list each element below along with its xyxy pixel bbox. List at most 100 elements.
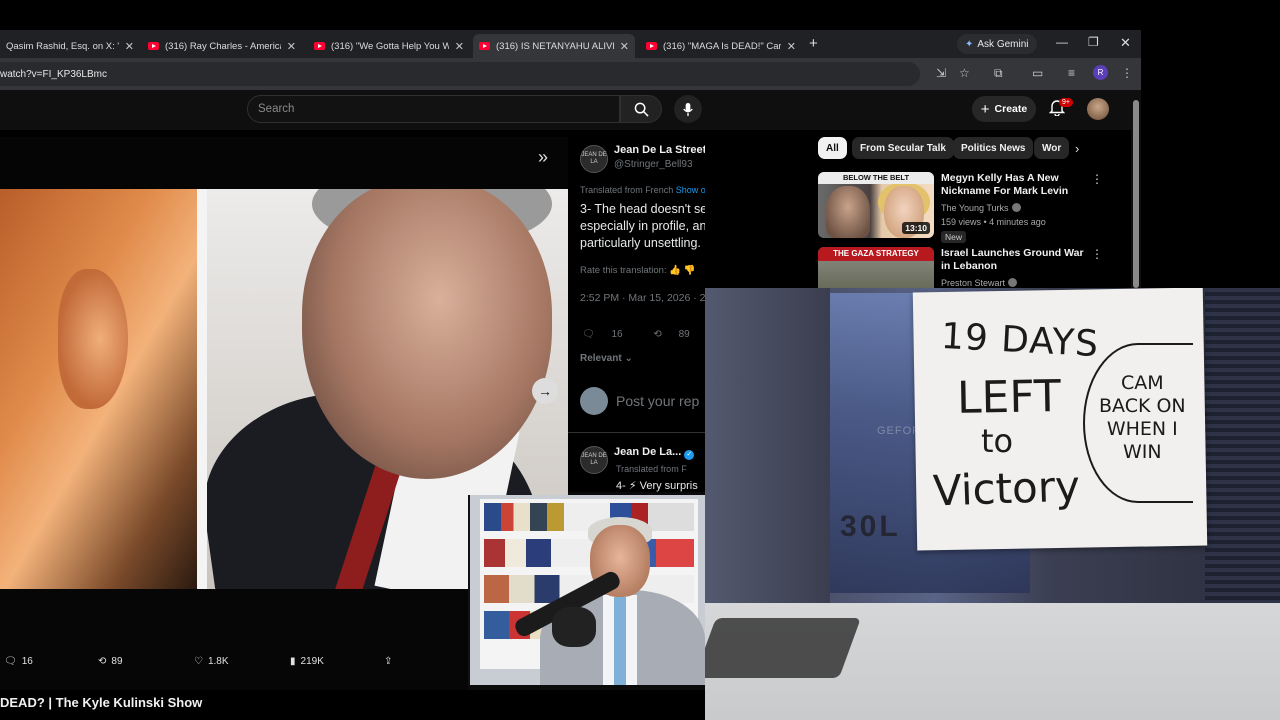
extensions-icon[interactable]: ⧉ xyxy=(994,66,1003,81)
verified-badge-icon: ✓ xyxy=(684,450,695,460)
sign-line-2: LEFT xyxy=(956,371,1062,424)
tab-title: (316) "MAGA Is DEAD!" Carrie P xyxy=(663,40,781,52)
sign-side-note: CAM BACK ON WHEN I WIN xyxy=(1099,372,1186,463)
reading-list-icon[interactable]: ≡ xyxy=(1068,66,1075,80)
recommendation-title[interactable]: Megyn Kelly Has A New Nickname For Mark … xyxy=(941,172,1091,198)
new-badge: New xyxy=(941,231,967,243)
close-icon[interactable]: ✕ xyxy=(620,40,629,53)
close-icon[interactable]: ✕ xyxy=(455,40,464,53)
chip-politics-news[interactable]: Politics News xyxy=(953,137,1034,159)
side-panel-icon[interactable]: ▭ xyxy=(1032,66,1043,80)
comment-icon: 🗨 xyxy=(4,656,17,667)
sort-label: Relevant xyxy=(580,353,622,364)
share-icon: ⇪ xyxy=(384,656,393,667)
profile-avatar[interactable]: R xyxy=(1093,65,1108,80)
ask-gemini-button[interactable]: ✦ Ask Gemini xyxy=(957,34,1037,54)
chip-world[interactable]: Wor xyxy=(1034,137,1070,159)
chrome-menu-icon[interactable]: ⋮ xyxy=(1121,66,1133,80)
chip-from-secular-talk[interactable]: From Secular Talk xyxy=(852,137,954,159)
tweet2-author-avatar: JEAN DE LA xyxy=(580,446,608,474)
tab-title: (316) IS NETANYAHU ALIVE OR xyxy=(496,40,614,52)
reply-count-value: 16 xyxy=(611,329,623,340)
more-options-icon[interactable]: ⋮ xyxy=(1091,247,1103,261)
heart-icon: ♡ xyxy=(194,656,203,667)
video-player[interactable]: » JEAN DE LA Jean De La Street✓ @Stringe… xyxy=(0,137,705,690)
recommendation-title[interactable]: Israel Launches Ground War in Lebanon xyxy=(941,247,1091,273)
chip-all[interactable]: All xyxy=(818,137,847,159)
gemini-icon: ✦ xyxy=(965,38,974,50)
ask-gemini-label: Ask Gemini xyxy=(977,38,1029,50)
next-arrow-icon: → xyxy=(532,378,558,404)
tweet-author-avatar: JEAN DE LA xyxy=(580,145,608,173)
tab-title: (316) Ray Charles - America The xyxy=(165,40,281,52)
close-icon[interactable]: ✕ xyxy=(287,40,296,53)
recommendation-item[interactable]: BELOW THE BELT 13:10 Megyn Kelly Has A N… xyxy=(818,172,1118,243)
tab-maga-dead[interactable]: (316) "MAGA Is DEAD!" Carrie P ✕ xyxy=(640,34,802,58)
voice-search-button[interactable] xyxy=(674,95,702,123)
close-icon[interactable]: ✕ xyxy=(787,40,796,53)
reply-icon: 🗨 xyxy=(582,329,595,340)
stat-likes-value: 1.8K xyxy=(207,656,229,667)
video-dark-header xyxy=(0,137,568,189)
repost-count: ⟲ 89 xyxy=(653,329,703,340)
scrollbar-thumb[interactable] xyxy=(1133,100,1139,288)
stat-likes: ♡ 1.8K xyxy=(194,656,229,667)
repost-icon: ⟲ xyxy=(653,329,662,340)
sort-relevant: Relevant ⌄ xyxy=(580,353,633,364)
stat-views-value: 219K xyxy=(300,656,324,667)
reply-avatar xyxy=(580,387,608,415)
recommendation-channel: Preston Stewart xyxy=(941,278,1018,288)
more-options-icon[interactable]: ⋮ xyxy=(1091,172,1103,186)
stat-views: ▮ 219K xyxy=(290,656,324,667)
restore-icon[interactable]: ❐ xyxy=(1088,35,1099,49)
youtube-icon xyxy=(479,42,490,50)
tab-title: Qasim Rashid, Esq. on X: "An un xyxy=(6,40,119,52)
chevron-right-icon[interactable]: › xyxy=(1075,141,1079,156)
create-button[interactable]: + Create xyxy=(972,96,1036,122)
channel-name: Preston Stewart xyxy=(941,278,1006,288)
streamer-webcam-overlay: GEFORCE R 30L 19 DAYS LEFT to Victory CA… xyxy=(705,288,1280,720)
translated-from-label: Translated from French xyxy=(580,185,674,195)
window-close-icon[interactable]: ✕ xyxy=(1120,35,1131,51)
reply-placeholder: Post your rep xyxy=(616,393,700,409)
install-app-icon[interactable]: ⇲ xyxy=(936,66,946,80)
tab-x-qasim[interactable]: Qasim Rashid, Esq. on X: "An un ✕ xyxy=(0,34,140,58)
thumbs-up-icon: 👍 xyxy=(669,265,684,276)
url-text: watch?v=FI_KP36LBmc xyxy=(0,68,107,80)
new-tab-button[interactable]: + xyxy=(809,35,818,52)
thumbnail-banner: BELOW THE BELT xyxy=(818,172,934,184)
tab-strip: Qasim Rashid, Esq. on X: "An un ✕ (316) … xyxy=(0,30,1141,58)
verified-check-icon xyxy=(1011,203,1021,212)
tab-help-you-win[interactable]: (316) "We Gotta Help You Win!" ✕ xyxy=(308,34,470,58)
minimize-icon[interactable]: — xyxy=(1056,35,1068,49)
video-duration: 13:10 xyxy=(902,222,930,234)
stat-replies: 🗨 16 xyxy=(4,656,33,667)
verified-check-icon xyxy=(1008,278,1018,287)
youtube-icon xyxy=(148,42,159,50)
top-black-strip xyxy=(0,0,1280,30)
bookmark-star-icon[interactable]: ☆ xyxy=(959,66,970,80)
youtube-icon xyxy=(646,42,657,50)
youtube-account-avatar[interactable] xyxy=(1087,98,1109,120)
tweet-pane: JEAN DE LA Jean De La Street✓ @Stringer_… xyxy=(532,137,705,492)
tweet2-author-name: Jean De La... ✓ xyxy=(614,446,695,460)
page-scrollbar[interactable] xyxy=(1131,92,1141,288)
tweet-author-handle: @Stringer_Bell93 xyxy=(614,159,693,170)
rate-translation: Rate this translation: 👍 👎 xyxy=(580,265,696,276)
search-button[interactable] xyxy=(620,95,662,123)
tweet2-translated: Translated from F xyxy=(616,464,687,474)
close-icon[interactable]: ✕ xyxy=(125,40,134,53)
stat-replies-value: 16 xyxy=(21,656,33,667)
rate-translation-label: Rate this translation: xyxy=(580,265,667,276)
tweet-timestamp: 2:52 PM · Mar 15, 2026 · 2 xyxy=(580,292,705,304)
search-input[interactable]: Search xyxy=(247,95,620,123)
tab-ray-charles[interactable]: (316) Ray Charles - America The ✕ xyxy=(142,34,302,58)
recommendation-thumbnail[interactable]: BELOW THE BELT 13:10 xyxy=(818,172,934,238)
pc-mesh-panel xyxy=(1205,288,1280,608)
sign-line-4: Victory xyxy=(932,461,1081,516)
double-chevron-right-icon: » xyxy=(538,147,549,167)
url-bar[interactable]: watch?v=FI_KP36LBmc xyxy=(0,62,920,86)
case-logo: 30L xyxy=(840,510,901,543)
tab-netanyahu[interactable]: (316) IS NETANYAHU ALIVE OR ✕ xyxy=(473,34,635,58)
video-title: DEAD? | The Kyle Kulinski Show xyxy=(0,695,203,710)
